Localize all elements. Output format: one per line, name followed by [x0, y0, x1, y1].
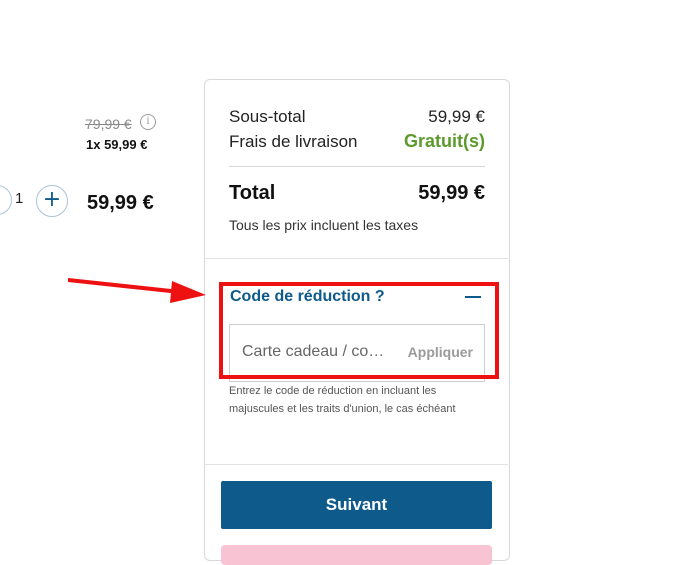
total-label: Total: [229, 182, 276, 204]
unit-price-line: 1x 59,99 €: [86, 137, 148, 152]
quantity-value: 1: [15, 190, 24, 207]
total-value: 59,99 €: [418, 182, 485, 204]
info-icon[interactable]: i: [140, 114, 156, 130]
section-divider: [205, 258, 508, 259]
original-price: 79,99 €: [85, 116, 132, 132]
line-total-price: 59,99 €: [87, 192, 154, 214]
next-button[interactable]: Suivant: [221, 481, 492, 529]
discount-help-text: Entrez le code de réduction en incluant …: [229, 385, 456, 415]
quantity-increase-button[interactable]: +: [36, 185, 68, 217]
subtotal-value: 59,99 €: [428, 107, 485, 126]
summary-divider: [229, 166, 485, 167]
shipping-label: Frais de livraison: [229, 132, 358, 151]
section-divider: [205, 464, 508, 465]
quantity-decrease-button[interactable]: [0, 185, 12, 215]
annotation-highlight-box: [219, 282, 499, 379]
tax-note: Tous les prix incluent les taxes: [229, 217, 419, 233]
shipping-value: Gratuit(s): [404, 131, 485, 151]
secondary-payment-button[interactable]: [221, 545, 492, 565]
subtotal-label: Sous-total: [229, 107, 306, 126]
annotation-arrow-icon: [68, 278, 206, 303]
